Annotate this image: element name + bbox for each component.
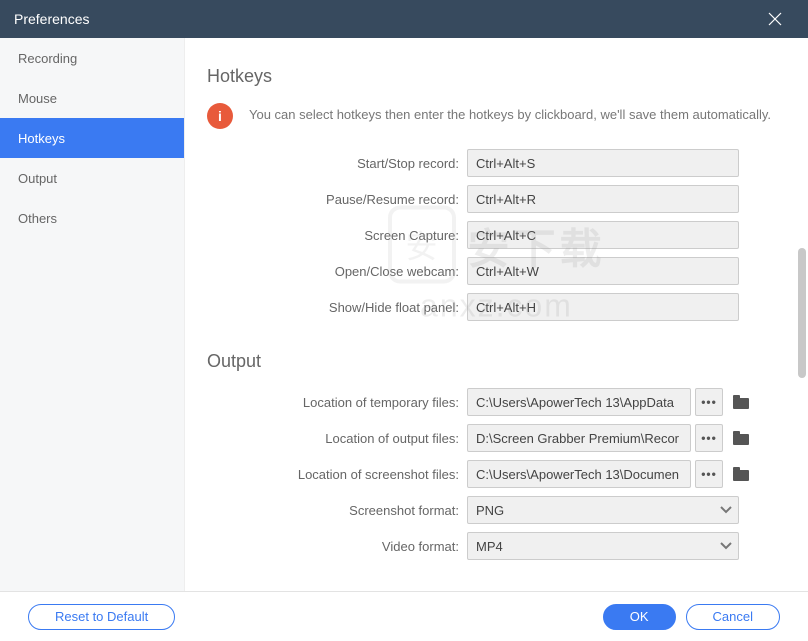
info-row: i You can select hotkeys then enter the … — [207, 103, 796, 129]
select-display — [467, 532, 739, 560]
hotkey-row-pause-resume: Pause/Resume record: — [207, 185, 796, 213]
output-label: Location of temporary files: — [207, 395, 467, 410]
sidebar-item-label: Hotkeys — [18, 131, 65, 146]
content-area: 安 安下载 anxz.com Hotkeys i You can select … — [185, 38, 808, 591]
browse-button-temp[interactable]: ••• — [695, 388, 723, 416]
output-label: Video format: — [207, 539, 467, 554]
video-format-select[interactable] — [467, 532, 739, 560]
folder-icon — [733, 431, 749, 445]
reset-to-default-button[interactable]: Reset to Default — [28, 604, 175, 630]
sidebar-item-output[interactable]: Output — [0, 158, 184, 198]
output-section-title: Output — [207, 351, 796, 372]
output-row-video-format: Video format: — [207, 532, 796, 560]
output-label: Screenshot format: — [207, 503, 467, 518]
hotkey-row-float-panel: Show/Hide float panel: — [207, 293, 796, 321]
hotkey-input-webcam[interactable] — [467, 257, 739, 285]
browse-button-output[interactable]: ••• — [695, 424, 723, 452]
scrollbar-thumb[interactable] — [798, 248, 806, 378]
output-label: Location of output files: — [207, 431, 467, 446]
output-label: Location of screenshot files: — [207, 467, 467, 482]
path-input-output[interactable] — [467, 424, 691, 452]
hotkey-input-pause-resume[interactable] — [467, 185, 739, 213]
title-bar: Preferences — [0, 0, 808, 38]
footer: Reset to Default OK Cancel — [0, 591, 808, 641]
output-row-screenshot-format: Screenshot format: — [207, 496, 796, 524]
hotkey-label: Show/Hide float panel: — [207, 300, 467, 315]
open-folder-button-output[interactable] — [727, 424, 755, 452]
ellipsis-icon: ••• — [701, 436, 717, 440]
hotkey-input-float-panel[interactable] — [467, 293, 739, 321]
cancel-button[interactable]: Cancel — [686, 604, 780, 630]
select-display — [467, 496, 739, 524]
path-input-temp[interactable] — [467, 388, 691, 416]
ellipsis-icon: ••• — [701, 472, 717, 476]
window-title: Preferences — [14, 11, 756, 27]
hotkey-input-start-stop[interactable] — [467, 149, 739, 177]
hotkeys-section-title: Hotkeys — [207, 66, 796, 87]
sidebar-item-label: Mouse — [18, 91, 57, 106]
output-row-output-files: Location of output files: ••• — [207, 424, 796, 452]
ellipsis-icon: ••• — [701, 400, 717, 404]
sidebar-item-hotkeys[interactable]: Hotkeys — [0, 118, 184, 158]
screenshot-format-select[interactable] — [467, 496, 739, 524]
path-input-screenshot[interactable] — [467, 460, 691, 488]
hotkey-label: Start/Stop record: — [207, 156, 467, 171]
browse-button-screenshot[interactable]: ••• — [695, 460, 723, 488]
info-text: You can select hotkeys then enter the ho… — [249, 103, 771, 125]
sidebar-item-recording[interactable]: Recording — [0, 38, 184, 78]
info-icon: i — [207, 103, 233, 129]
sidebar-item-label: Output — [18, 171, 57, 186]
ok-button[interactable]: OK — [603, 604, 676, 630]
hotkey-input-screen-capture[interactable] — [467, 221, 739, 249]
hotkey-row-start-stop: Start/Stop record: — [207, 149, 796, 177]
sidebar-item-others[interactable]: Others — [0, 198, 184, 238]
sidebar: Recording Mouse Hotkeys Output Others — [0, 38, 185, 591]
hotkey-label: Screen Capture: — [207, 228, 467, 243]
hotkey-label: Open/Close webcam: — [207, 264, 467, 279]
close-button[interactable] — [756, 0, 794, 38]
sidebar-item-label: Others — [18, 211, 57, 226]
sidebar-item-label: Recording — [18, 51, 77, 66]
hotkey-label: Pause/Resume record: — [207, 192, 467, 207]
close-icon — [767, 11, 783, 27]
output-row-screenshot-files: Location of screenshot files: ••• — [207, 460, 796, 488]
hotkey-row-screen-capture: Screen Capture: — [207, 221, 796, 249]
open-folder-button-screenshot[interactable] — [727, 460, 755, 488]
open-folder-button-temp[interactable] — [727, 388, 755, 416]
output-row-temp-files: Location of temporary files: ••• — [207, 388, 796, 416]
sidebar-item-mouse[interactable]: Mouse — [0, 78, 184, 118]
folder-icon — [733, 467, 749, 481]
hotkey-row-webcam: Open/Close webcam: — [207, 257, 796, 285]
folder-icon — [733, 395, 749, 409]
